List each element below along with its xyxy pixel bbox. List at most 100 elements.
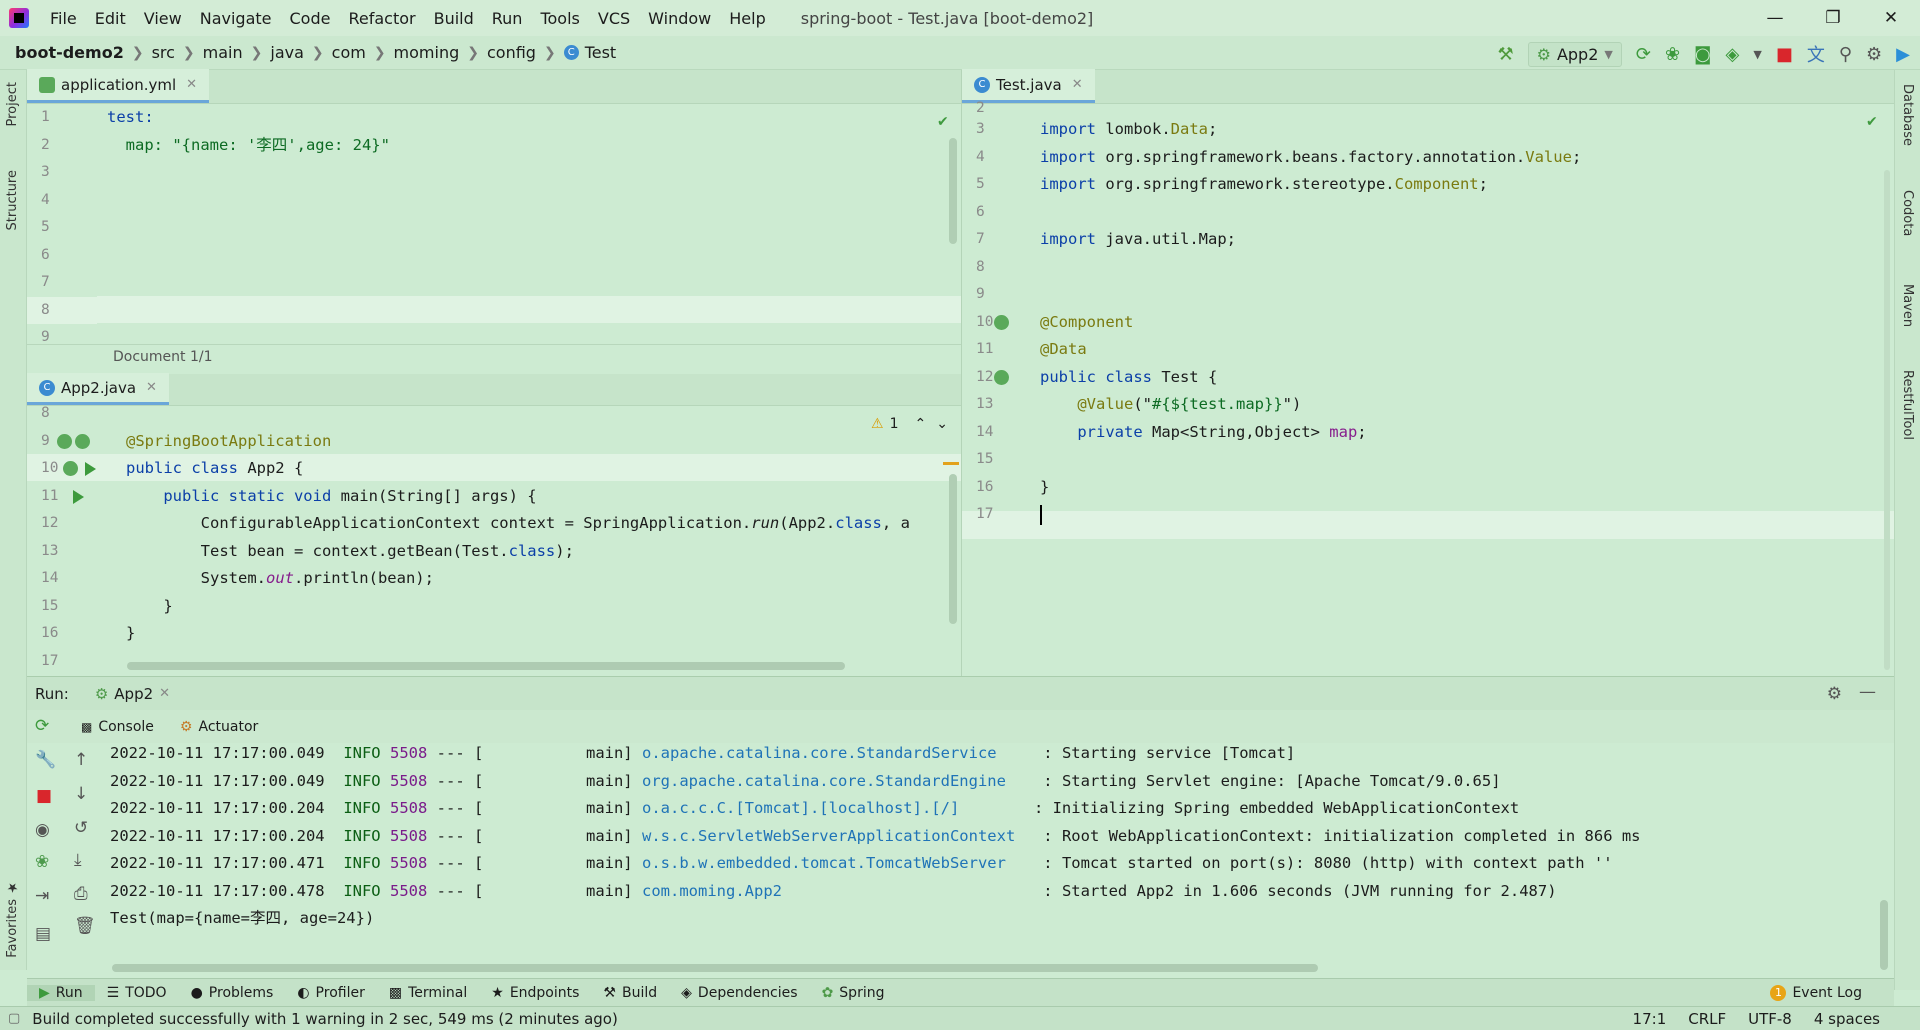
inspection-widget[interactable]: ⚠ 1 ⌃ ⌄ [871, 416, 948, 432]
status-message[interactable]: Build completed successfully with 1 warn… [32, 1010, 618, 1028]
scroll-to-end-icon[interactable]: ⤓ [74, 850, 82, 870]
app2-vscrollbar[interactable] [949, 474, 957, 624]
profile-icon[interactable]: ◈ [1726, 44, 1740, 65]
maven-tool-tab[interactable]: Maven [1900, 284, 1915, 327]
rerun-icon[interactable]: ⟳ [1636, 44, 1651, 65]
project-tool-tab[interactable]: Project [5, 82, 20, 126]
layout-icon[interactable]: ▤ [35, 924, 51, 944]
tab-actuator[interactable]: ⚙ Actuator [180, 719, 258, 735]
warning-stripe[interactable] [943, 462, 959, 465]
indent-setting[interactable]: 4 spaces [1814, 1010, 1880, 1028]
console-output[interactable]: 2022-10-11 17:17:00.049 INFO 5508 --- [ … [110, 740, 1880, 970]
settings-gear-icon[interactable]: ⚙ [1866, 44, 1882, 65]
translate-icon[interactable]: 文 [1807, 41, 1825, 67]
yml-code[interactable]: test: map: "{name: '李四',age: 24}" [107, 104, 390, 159]
close-icon[interactable]: ✕ [1862, 0, 1920, 36]
tab-test-java[interactable]: C Test.java ✕ [962, 69, 1095, 103]
chevron-up-icon[interactable]: ⌃ [914, 416, 926, 432]
spring-bean-icon[interactable] [994, 370, 1009, 385]
structure-tool-tab[interactable]: Structure [5, 170, 20, 230]
print-icon[interactable]: ⎙ [74, 884, 88, 904]
close-tab-icon[interactable]: ✕ [1072, 77, 1083, 92]
settings-gear-icon[interactable]: ⚙ [1827, 684, 1842, 704]
spring-bean-icon[interactable] [994, 315, 1009, 330]
close-tab-icon[interactable]: ✕ [186, 77, 197, 92]
breadcrumb-config[interactable]: config [487, 43, 536, 62]
breadcrumb-current[interactable]: Test [585, 43, 617, 62]
rerun-icon[interactable]: ⟳ [35, 716, 49, 736]
tool-run[interactable]: ▶Run [27, 985, 95, 1001]
stop-icon[interactable]: ■ [36, 786, 52, 806]
minimize-icon[interactable]: — [1746, 0, 1804, 36]
yml-scrollbar[interactable] [949, 138, 957, 244]
menu-vcs[interactable]: VCS [589, 9, 639, 28]
tool-build[interactable]: ⚒Build [591, 985, 669, 1001]
menu-run[interactable]: Run [483, 9, 532, 28]
close-tab-icon[interactable]: ✕ [159, 686, 170, 701]
database-tool-tab[interactable]: Database [1900, 84, 1915, 146]
tool-terminal[interactable]: ▩Terminal [377, 985, 479, 1001]
debug-icon[interactable]: ❀ [1665, 44, 1680, 65]
console-vscrollbar[interactable] [1880, 900, 1888, 970]
restfultool-tool-tab[interactable]: RestfulTool [1900, 370, 1915, 440]
camera-icon[interactable]: ◉ [35, 820, 50, 840]
tool-problems[interactable]: ●Problems [179, 985, 286, 1001]
menu-refactor[interactable]: Refactor [339, 9, 424, 28]
run-tab-app2[interactable]: ⚙ App2 ✕ [89, 685, 176, 703]
file-encoding[interactable]: UTF-8 [1748, 1010, 1792, 1028]
breadcrumb-java[interactable]: java [270, 43, 304, 62]
menu-window[interactable]: Window [639, 9, 720, 28]
coverage-icon[interactable]: ◙ [1694, 44, 1711, 65]
trash-icon[interactable]: 🗑 [74, 916, 96, 936]
hammer-icon[interactable]: ⚒ [1497, 44, 1513, 65]
arrow-up-icon[interactable]: ↑ [74, 750, 88, 770]
menu-edit[interactable]: Edit [86, 9, 135, 28]
menu-navigate[interactable]: Navigate [191, 9, 281, 28]
run-gutter-icon[interactable] [73, 490, 84, 504]
search-icon[interactable]: ⚲ [1839, 44, 1852, 65]
tool-event-log[interactable]: 1 Event Log [1758, 985, 1874, 1001]
breadcrumb-main[interactable]: main [203, 43, 243, 62]
debug-icon[interactable]: ❀ [35, 852, 49, 872]
favorites-tool-tab[interactable]: Favorites★ [5, 880, 20, 958]
line-separator[interactable]: CRLF [1688, 1010, 1726, 1028]
spring-bean-icon[interactable] [57, 434, 72, 449]
run-config-selector[interactable]: ⚙ App2 ▼ [1528, 42, 1622, 67]
stop-icon[interactable]: ■ [1776, 44, 1793, 65]
wrench-icon[interactable]: 🔧 [35, 750, 56, 770]
breadcrumb-project[interactable]: boot-demo2 [15, 43, 124, 62]
tool-dependencies[interactable]: ◈Dependencies [669, 985, 809, 1001]
chevron-down-icon[interactable]: ⌄ [936, 416, 948, 432]
run-gutter-icon[interactable] [85, 462, 96, 476]
app2-hscrollbar[interactable] [127, 662, 845, 670]
more-run-icon[interactable]: ▼ [1753, 48, 1761, 61]
breadcrumb-moming[interactable]: moming [394, 43, 460, 62]
app2-code[interactable]: @SpringBootApplication public class App2… [126, 400, 946, 648]
caret-position[interactable]: 17:1 [1633, 1010, 1667, 1028]
breadcrumb-com[interactable]: com [332, 43, 366, 62]
tab-console[interactable]: ▩ Console [81, 719, 154, 735]
status-icon[interactable]: ▢ [8, 1011, 20, 1026]
menu-build[interactable]: Build [425, 9, 483, 28]
close-tab-icon[interactable]: ✕ [146, 380, 157, 395]
hide-panel-icon[interactable]: — [1859, 682, 1876, 702]
arrow-down-icon[interactable]: ↓ [74, 784, 88, 804]
tool-todo[interactable]: ☰TODO [95, 985, 179, 1001]
menu-tools[interactable]: Tools [531, 9, 588, 28]
codota-tool-tab[interactable]: Codota [1900, 190, 1915, 236]
tool-profiler[interactable]: ◐Profiler [285, 985, 377, 1001]
spring-bean-icon[interactable] [75, 434, 90, 449]
restore-icon[interactable]: ❐ [1804, 0, 1862, 36]
tool-endpoints[interactable]: ★Endpoints [479, 985, 591, 1001]
tool-spring[interactable]: ✿Spring [810, 985, 897, 1001]
menu-file[interactable]: File [41, 9, 86, 28]
menu-view[interactable]: View [135, 9, 191, 28]
spring-bean-icon[interactable] [63, 461, 78, 476]
test-code[interactable]: import lombok.Data; import org.springfra… [1040, 116, 1581, 529]
test-vscrollbar[interactable] [1884, 170, 1890, 670]
tab-application-yml[interactable]: application.yml ✕ [27, 69, 209, 103]
breadcrumb-src[interactable]: src [152, 43, 175, 62]
plugin-icon[interactable]: ▶ [1896, 44, 1910, 65]
login-icon[interactable]: ⇥ [35, 886, 49, 906]
console-hscrollbar[interactable] [112, 964, 1318, 972]
